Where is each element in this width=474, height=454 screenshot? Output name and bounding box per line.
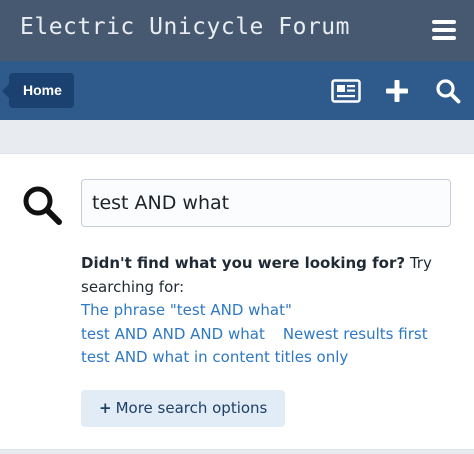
search-suggestions: Didn't find what you were looking for? T… [81,252,451,370]
search-input[interactable] [81,179,451,227]
and-search-link[interactable]: test AND AND AND what [81,325,265,343]
plus-icon[interactable] [381,75,413,107]
hamburger-menu-icon[interactable] [432,20,456,40]
more-search-options-label: More search options [115,399,268,417]
nav-home-tab[interactable]: Home [2,73,74,108]
site-title[interactable]: Electric Unicycle Forum [20,14,350,40]
spacer-bottom [0,450,474,454]
magnifier-icon [21,184,65,228]
phrase-search-link[interactable]: The phrase "test AND what" [81,301,292,319]
suggestion-prompt-bold: Didn't find what you were looking for? [81,254,406,272]
titles-only-link[interactable]: test AND what in content titles only [81,348,348,366]
newest-results-link[interactable]: Newest results first [283,325,428,343]
more-search-options-button[interactable]: + More search options [81,390,286,427]
search-panel: Didn't find what you were looking for? T… [0,153,474,450]
site-header: Electric Unicycle Forum [0,0,474,61]
main-navbar: Home [0,61,474,120]
plus-icon: + [99,399,112,417]
whats-new-icon[interactable] [330,75,362,107]
search-icon[interactable] [432,75,464,107]
spacer [0,120,474,153]
